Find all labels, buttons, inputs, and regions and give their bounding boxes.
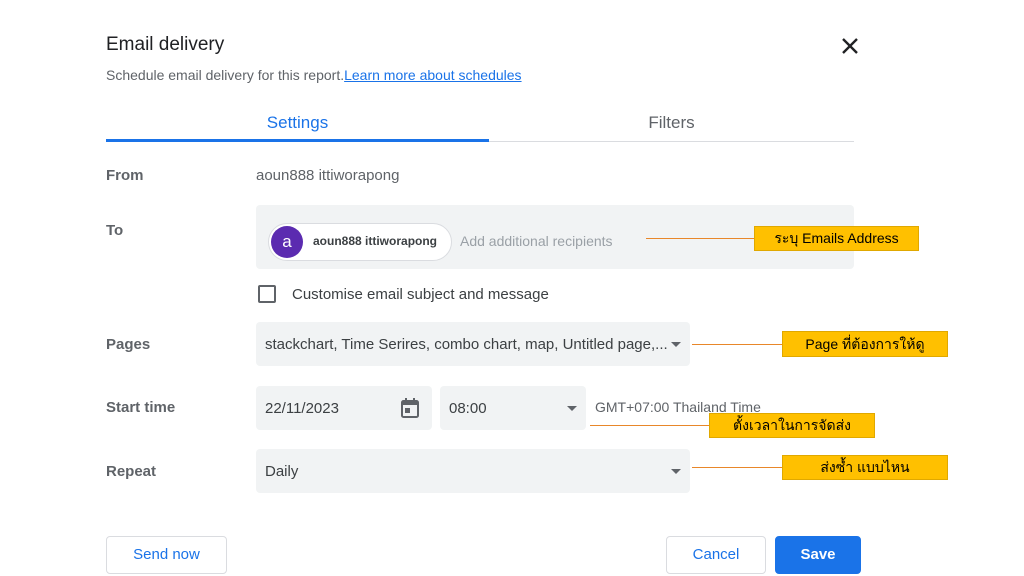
annotation-line-to: [646, 238, 754, 239]
chevron-down-icon: [671, 469, 681, 474]
annotation-to: ระบุ Emails Address: [754, 226, 919, 251]
to-label: To: [106, 222, 124, 239]
repeat-select[interactable]: Daily: [256, 449, 690, 493]
learn-more-link[interactable]: Learn more about schedules: [344, 67, 521, 83]
dialog-subtitle: Schedule email delivery for this report.…: [106, 67, 522, 83]
dialog-title: Email delivery: [106, 34, 225, 55]
add-recipients-input[interactable]: [460, 233, 640, 249]
tab-filters[interactable]: Filters: [489, 106, 854, 142]
date-input[interactable]: 22/11/2023: [256, 386, 432, 430]
annotation-pages: Page ที่ต้องการให้ดู: [782, 331, 948, 357]
avatar: a: [271, 226, 303, 258]
recipient-chip[interactable]: a aoun888 ittiworapong: [268, 223, 452, 261]
start-time-label: Start time: [106, 399, 176, 416]
annotation-line-start-time: [590, 425, 710, 426]
time-select[interactable]: 08:00: [440, 386, 586, 430]
date-value: 22/11/2023: [265, 400, 339, 417]
pages-value: stackchart, Time Serires, combo chart, m…: [265, 336, 668, 353]
from-label: From: [106, 167, 144, 184]
pages-label: Pages: [106, 336, 151, 353]
cancel-button[interactable]: Cancel: [666, 536, 766, 574]
send-now-button[interactable]: Send now: [106, 536, 227, 574]
customise-label: Customise email subject and message: [292, 286, 549, 303]
annotation-repeat: ส่งซ้ำ แบบไหน: [782, 455, 948, 480]
recipient-chip-name: aoun888 ittiworapong: [313, 234, 438, 248]
repeat-label: Repeat: [106, 463, 157, 480]
calendar-icon[interactable]: [400, 397, 420, 419]
annotation-line-repeat: [692, 467, 782, 468]
annotation-start-time: ตั้งเวลาในการจัดส่ง: [709, 413, 875, 438]
from-value: aoun888 ittiworapong: [256, 167, 400, 184]
annotation-line-pages: [692, 344, 782, 345]
subtitle-text: Schedule email delivery for this report.: [106, 67, 345, 83]
chevron-down-icon: [567, 406, 577, 411]
close-icon[interactable]: [836, 32, 864, 60]
tab-settings[interactable]: Settings: [106, 106, 489, 142]
time-value: 08:00: [449, 400, 487, 417]
pages-select[interactable]: stackchart, Time Serires, combo chart, m…: [256, 322, 690, 366]
chevron-down-icon: [671, 342, 681, 347]
repeat-value: Daily: [265, 463, 299, 480]
save-button[interactable]: Save: [775, 536, 861, 574]
customise-checkbox[interactable]: [258, 285, 276, 303]
tab-bar: Settings Filters: [106, 106, 854, 142]
